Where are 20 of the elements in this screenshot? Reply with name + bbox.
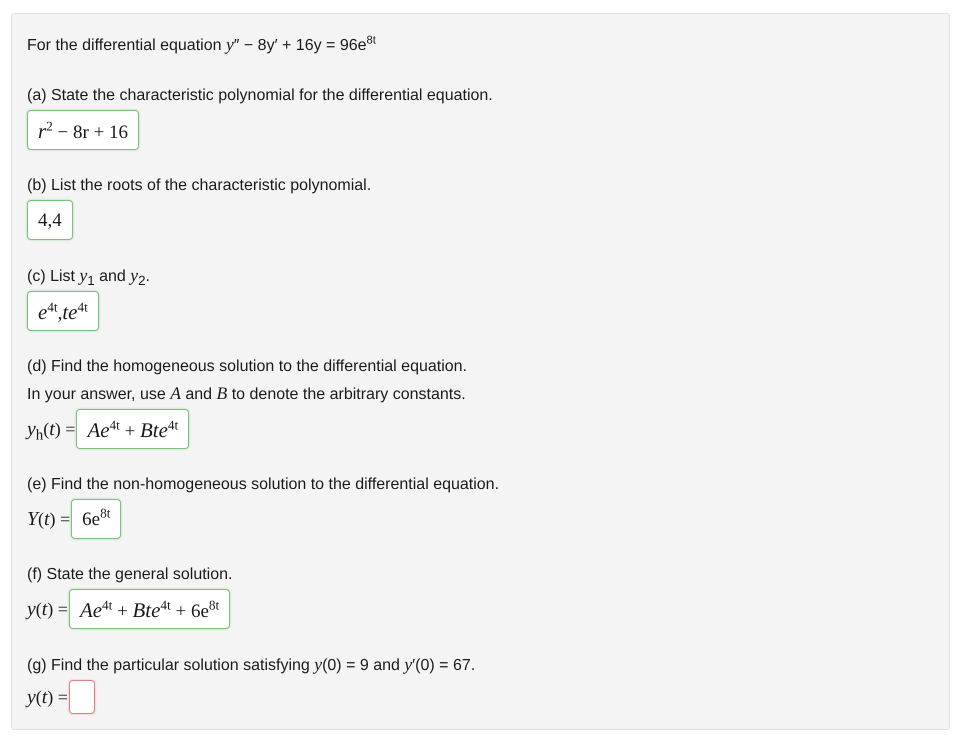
part-prompt: (e) Find the non-homogeneous solution to the differential equation. bbox=[27, 475, 500, 495]
part-prompt: In your answer, use A and B to denote the arbitrary constants. bbox=[27, 382, 467, 405]
answer-field[interactable]: e$^{4t}$,te$^{4t}$ bbox=[27, 291, 99, 331]
answer-label: y$_{h}$(t) = bbox=[27, 418, 76, 440]
answer-label: y(t) = bbox=[27, 686, 68, 708]
part-prompt: (d) Find the homogeneous solution to the differential equation. bbox=[27, 357, 468, 377]
question-text: For the differential equation y″ − 8y′ + 16y = 96e$^{8t}$ bbox=[27, 33, 377, 56]
answer-label: y(t) = bbox=[27, 598, 68, 620]
answer-field[interactable]: 4,4 bbox=[27, 200, 73, 240]
part-prompt: (a) State the characteristic polynomial for the differential equation. bbox=[27, 86, 494, 106]
answer-field[interactable] bbox=[68, 680, 95, 714]
answer-field[interactable]: Ae$^{4t}$ + Bte$^{4t}$ bbox=[76, 409, 190, 449]
answer-field[interactable]: 6e$^{8t}$ bbox=[71, 499, 122, 539]
answer-label: Y(t) = bbox=[27, 508, 70, 530]
answer-field[interactable]: Ae$^{4t}$ + Bte$^{4t}$ + 6e$^{8t}$ bbox=[68, 589, 230, 629]
part-prompt: (f) State the general solution. bbox=[27, 565, 234, 585]
part-prompt: (g) Find the particular solution satisfying y(0) = 9 and y′(0) = 67. bbox=[27, 653, 476, 676]
part-prompt: (c) List y$_{1}$ and y$_{2}$. bbox=[27, 264, 151, 290]
answer-field[interactable]: r$^{2}$ − 8r + 16 bbox=[27, 110, 140, 150]
part-prompt: (b) List the roots of the characteristic polynomial. bbox=[27, 176, 372, 196]
